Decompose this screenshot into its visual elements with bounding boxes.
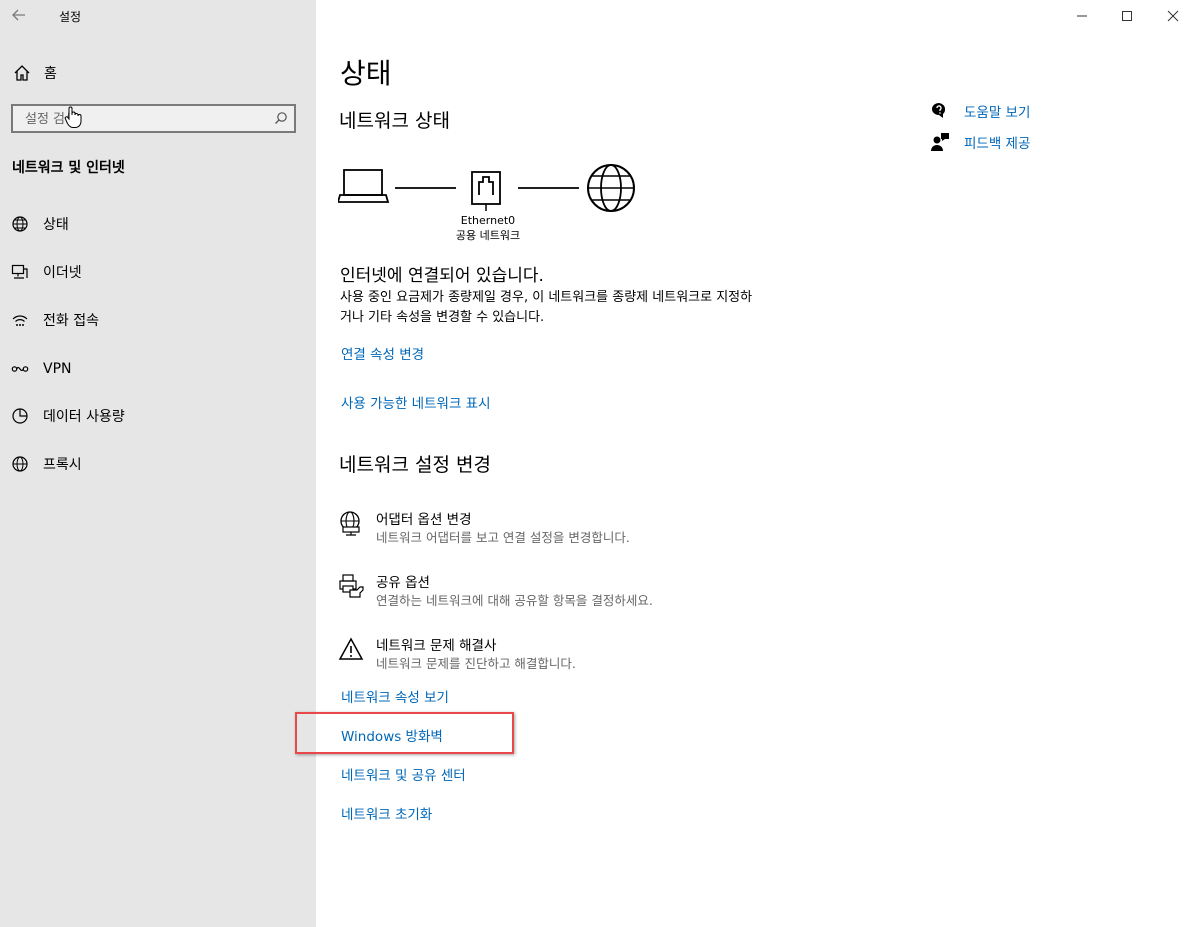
search-input[interactable] [23, 109, 267, 130]
change-settings-heading: 네트워크 설정 변경 [339, 454, 491, 476]
sidebar-home[interactable]: 홈 [12, 62, 57, 84]
close-icon[interactable] [1165, 8, 1181, 24]
help-chat-icon [932, 103, 946, 118]
sidebar-item-label: 데이터 사용량 [43, 409, 125, 425]
option-title: 어댑터 옵션 변경 [376, 512, 472, 528]
status-globe-icon [12, 216, 28, 232]
network-label: Ethernet0 공용 네트워크 [448, 213, 528, 243]
sidebar-item-proxy[interactable]: 프록시 [0, 444, 316, 484]
sidebar-home-label: 홈 [44, 66, 57, 82]
option-description: 네트워크 문제를 진단하고 해결합니다. [376, 656, 576, 671]
ethernet-icon [11, 264, 28, 279]
get-help-link[interactable]: 도움말 보기 [964, 101, 1030, 121]
change-connection-properties-link[interactable]: 연결 속성 변경 [341, 343, 424, 363]
show-available-networks-link[interactable]: 사용 가능한 네트워크 표시 [341, 392, 491, 412]
internet-globe-icon [587, 164, 635, 212]
adapter-options-item[interactable]: 어댑터 옵션 변경 네트워크 어댑터를 보고 연결 설정을 변경합니다. [338, 508, 758, 552]
page-title: 상태 [340, 57, 392, 90]
warning-icon [338, 637, 364, 660]
feedback-item[interactable]: 피드백 제공 [930, 131, 1030, 153]
view-network-properties-link[interactable]: 네트워크 속성 보기 [341, 686, 449, 706]
network-status-heading: 네트워크 상태 [339, 110, 450, 132]
network-reset-link[interactable]: 네트워크 초기화 [341, 803, 432, 823]
app-title: 설정 [59, 10, 82, 24]
adapter-name: Ethernet0 [460, 214, 516, 227]
proxy-globe-icon [12, 456, 28, 472]
data-usage-icon [12, 408, 28, 424]
dialup-icon [12, 315, 28, 326]
option-title: 네트워크 문제 해결사 [376, 638, 497, 654]
network-sharing-center-link[interactable]: 네트워크 및 공유 센터 [341, 764, 466, 784]
sharing-options-item[interactable]: 공유 옵션 연결하는 네트워크에 대해 공유할 항목을 결정하세요. [338, 571, 758, 615]
get-help-item[interactable]: 도움말 보기 [930, 100, 1030, 122]
maximize-icon[interactable] [1119, 8, 1135, 24]
search-icon[interactable] [274, 111, 288, 125]
sidebar-item-ethernet[interactable]: 이더넷 [0, 252, 316, 292]
sharing-printer-icon [339, 574, 364, 598]
feedback-person-icon [931, 133, 949, 151]
back-arrow-icon[interactable] [11, 7, 31, 25]
feedback-link[interactable]: 피드백 제공 [964, 132, 1030, 152]
sidebar-item-vpn[interactable]: VPN [0, 349, 316, 389]
option-description: 연결하는 네트워크에 대해 공유할 항목을 결정하세요. [376, 593, 653, 608]
sidebar-item-dialup[interactable]: 전화 접속 [0, 300, 316, 340]
laptop-icon [338, 169, 390, 203]
option-title: 공유 옵션 [376, 575, 430, 591]
sidebar-section-title: 네트워크 및 인터넷 [12, 160, 125, 176]
sidebar-item-label: VPN [43, 361, 72, 377]
sidebar-item-status[interactable]: 상태 [0, 204, 316, 244]
sidebar-item-label: 전화 접속 [43, 313, 99, 329]
network-troubleshooter-item[interactable]: 네트워크 문제 해결사 네트워크 문제를 진단하고 해결합니다. [338, 634, 758, 678]
hand-cursor-icon [64, 106, 82, 128]
sidebar-item-label: 프록시 [43, 457, 82, 473]
minimize-icon[interactable] [1074, 8, 1090, 24]
sidebar-item-label: 이더넷 [43, 265, 82, 281]
connection-status-text: 인터넷에 연결되어 있습니다. [340, 266, 544, 286]
ethernet-port-icon [471, 171, 501, 211]
sidebar-item-label: 상태 [43, 217, 69, 233]
highlight-box [295, 712, 514, 754]
sidebar: 설정 홈 네트워크 및 인터넷 상태 이더넷 전화 접속 VPN 데이터 사용량… [0, 0, 316, 927]
search-box[interactable] [11, 104, 296, 133]
network-profile: 공용 네트워크 [455, 229, 521, 242]
sidebar-item-data-usage[interactable]: 데이터 사용량 [0, 396, 316, 436]
vpn-icon [11, 366, 29, 372]
home-icon [14, 65, 30, 81]
option-description: 네트워크 어댑터를 보고 연결 설정을 변경합니다. [376, 530, 630, 545]
metered-description: 사용 중인 요금제가 종량제일 경우, 이 네트워크를 종량제 네트워크로 지정… [340, 290, 753, 325]
adapter-globe-icon [340, 511, 360, 536]
